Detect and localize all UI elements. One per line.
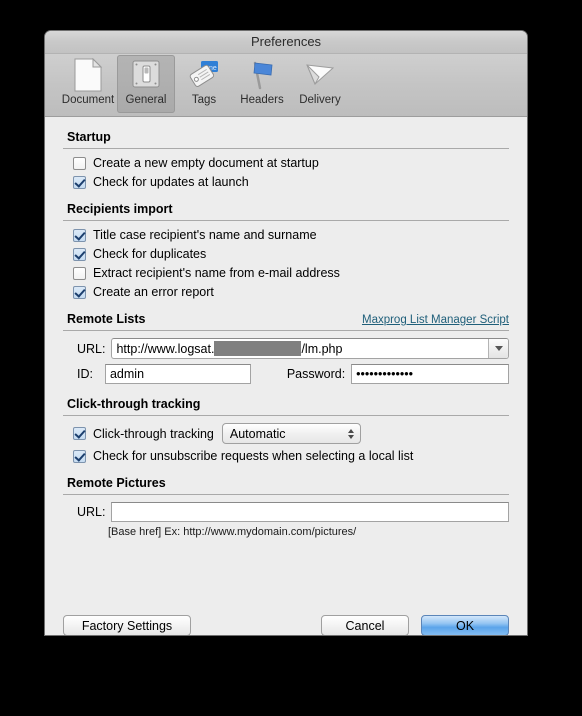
- section-divider-startup: [63, 148, 509, 149]
- confirm-button-group: Cancel OK: [321, 615, 509, 635]
- toolbar-label-document: Document: [61, 94, 115, 106]
- window-titlebar: Preferences: [45, 31, 527, 54]
- checkbox-row-create-new-document[interactable]: Create a new empty document at startup: [73, 156, 509, 170]
- checkbox-create-new-document[interactable]: [73, 156, 86, 170]
- flag-icon: [240, 57, 284, 93]
- label-remote-list-password: Password:: [286, 367, 346, 381]
- toolbar-item-general[interactable]: General: [117, 55, 175, 113]
- toolbar-label-tags: Tags: [191, 94, 217, 106]
- checkbox-row-title-case[interactable]: Title case recipient's name and surname: [73, 228, 509, 242]
- label-unsubscribe-requests: Check for unsubscribe requests when sele…: [93, 449, 414, 463]
- checkbox-click-through-tracking[interactable]: [73, 427, 86, 440]
- checkbox-check-duplicates[interactable]: [73, 247, 86, 261]
- toolbar-label-headers: Headers: [240, 94, 284, 106]
- remote-pictures-url-input[interactable]: [111, 502, 509, 522]
- remote-list-url-prefix: http://www.logsat.: [116, 341, 215, 356]
- redaction-block: [214, 341, 302, 356]
- remote-list-password-input[interactable]: •••••••••••••: [351, 364, 509, 384]
- section-title-remote-pictures: Remote Pictures: [67, 476, 166, 490]
- section-divider-remote-pictures: [63, 494, 509, 495]
- chevron-up-icon: [347, 428, 354, 433]
- label-click-through-tracking: Click-through tracking: [93, 426, 214, 441]
- cancel-button[interactable]: Cancel: [321, 615, 409, 635]
- label-check-duplicates: Check for duplicates: [93, 247, 207, 261]
- toolbar-label-delivery: Delivery: [299, 94, 341, 106]
- section-header-startup: Startup: [67, 130, 509, 144]
- toolbar-item-delivery[interactable]: Delivery: [291, 55, 349, 113]
- factory-settings-button[interactable]: Factory Settings: [63, 615, 191, 635]
- remote-pictures-url-row: URL:: [77, 502, 509, 522]
- click-through-mode-value: Automatic: [229, 426, 286, 441]
- dialog-buttons: Factory Settings Cancel OK: [63, 615, 509, 635]
- toolbar-item-headers[interactable]: Headers: [233, 55, 291, 113]
- label-check-updates: Check for updates at launch: [93, 175, 249, 189]
- checkbox-unsubscribe-requests[interactable]: [73, 449, 86, 463]
- checkbox-row-check-duplicates[interactable]: Check for duplicates: [73, 247, 509, 261]
- remote-list-url-input[interactable]: http://www.logsat. /lm.php: [112, 339, 488, 358]
- remote-list-url-combobox[interactable]: http://www.logsat. /lm.php: [111, 338, 509, 359]
- click-through-mode-popup[interactable]: Automatic: [221, 423, 361, 444]
- remote-list-credentials-row: ID: admin Password: •••••••••••••: [77, 364, 509, 384]
- checkbox-extract-name[interactable]: [73, 266, 86, 280]
- tags-icon: ne: [182, 57, 226, 93]
- label-extract-name: Extract recipient's name from e-mail add…: [93, 266, 340, 280]
- section-header-recipients-import: Recipients import: [67, 202, 509, 216]
- label-remote-pictures-url: URL:: [77, 505, 106, 519]
- ok-button[interactable]: OK: [421, 615, 509, 635]
- section-title-startup: Startup: [67, 130, 111, 144]
- section-title-remote-lists: Remote Lists: [67, 312, 146, 326]
- remote-list-url-row: URL: http://www.logsat. /lm.php: [77, 338, 509, 359]
- label-remote-list-id: ID:: [77, 367, 93, 381]
- toolbar-label-general: General: [125, 94, 167, 106]
- stepper-icon[interactable]: [346, 428, 356, 439]
- checkbox-row-error-report[interactable]: Create an error report: [73, 285, 509, 299]
- general-icon: [124, 57, 168, 93]
- checkbox-title-case[interactable]: [73, 228, 86, 242]
- remote-list-url-suffix: /lm.php: [301, 341, 343, 356]
- section-divider-recipients-import: [63, 220, 509, 221]
- checkbox-row-unsubscribe-requests[interactable]: Check for unsubscribe requests when sele…: [73, 449, 509, 463]
- paper-plane-icon: [298, 57, 342, 93]
- window-title: Preferences: [250, 34, 322, 49]
- preferences-toolbar: Document General ne Tags Headers Deliver…: [45, 54, 527, 117]
- link-maxprog-list-manager-script[interactable]: Maxprog List Manager Script: [362, 314, 509, 326]
- label-error-report: Create an error report: [93, 285, 214, 299]
- label-create-new-document: Create a new empty document at startup: [93, 156, 319, 170]
- preferences-window: Preferences Document General ne Tags Hea…: [45, 31, 527, 635]
- checkbox-check-updates[interactable]: [73, 175, 86, 189]
- label-remote-list-url: URL:: [77, 341, 106, 356]
- section-header-click-through: Click-through tracking: [67, 397, 509, 411]
- document-icon: [66, 57, 110, 93]
- chevron-down-icon: [347, 434, 354, 439]
- section-title-click-through: Click-through tracking: [67, 397, 201, 411]
- remote-pictures-hint: [Base href] Ex: http://www.mydomain.com/…: [108, 526, 357, 538]
- checkbox-error-report[interactable]: [73, 285, 86, 299]
- screen: Preferences Document General ne Tags Hea…: [0, 0, 582, 716]
- label-title-case: Title case recipient's name and surname: [93, 228, 317, 242]
- section-header-remote-lists: Remote Lists Maxprog List Manager Script: [67, 312, 509, 326]
- section-header-remote-pictures: Remote Pictures: [67, 476, 509, 490]
- section-title-recipients-import: Recipients import: [67, 202, 173, 216]
- remote-list-url-dropdown-button[interactable]: [488, 339, 508, 358]
- checkbox-row-check-updates[interactable]: Check for updates at launch: [73, 175, 509, 189]
- remote-list-id-input[interactable]: admin: [104, 364, 251, 384]
- chevron-down-icon: [494, 346, 503, 351]
- checkbox-row-extract-name[interactable]: Extract recipient's name from e-mail add…: [73, 266, 509, 280]
- preferences-content: Startup Create a new empty document at s…: [45, 130, 527, 635]
- section-divider-remote-lists: [63, 330, 509, 331]
- click-through-tracking-row: Click-through tracking Automatic: [73, 423, 509, 444]
- toolbar-item-tags[interactable]: ne Tags: [175, 55, 233, 113]
- toolbar-item-document[interactable]: Document: [59, 55, 117, 113]
- section-divider-click-through: [63, 415, 509, 416]
